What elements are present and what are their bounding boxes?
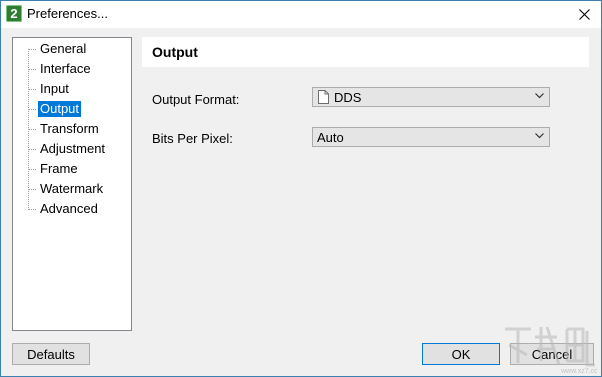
tree-item-watermark[interactable]: Watermark: [28, 180, 128, 198]
tree-item-label: General: [40, 41, 87, 56]
cancel-button-label: Cancel: [531, 346, 573, 362]
tree-item-transform[interactable]: Transform: [28, 120, 128, 138]
tree-item-output[interactable]: Output: [28, 100, 128, 118]
app-icon: 2: [6, 5, 22, 22]
svg-text:www.xz7.com: www.xz7.com: [560, 368, 597, 375]
output-format-value: DDS: [334, 90, 362, 105]
tree-item-advanced[interactable]: Advanced: [28, 200, 128, 218]
tree-item-label: Input: [40, 81, 69, 96]
tree-item-label: Transform: [40, 121, 99, 136]
tree-item-label: Interface: [40, 61, 91, 76]
close-button[interactable]: [569, 3, 599, 25]
chevron-down-icon: [535, 93, 544, 99]
category-tree[interactable]: General Interface Input Output Transform…: [12, 37, 132, 331]
close-icon: [578, 8, 590, 20]
tree-item-adjustment[interactable]: Adjustment: [28, 140, 128, 158]
cancel-button[interactable]: Cancel: [510, 343, 594, 365]
tree-item-general[interactable]: General: [28, 40, 128, 58]
bits-per-pixel-value: Auto: [317, 130, 344, 145]
section-header: Output: [142, 37, 589, 67]
tree-item-label: Adjustment: [40, 141, 106, 156]
ok-button-label: OK: [451, 346, 471, 362]
ok-button[interactable]: OK: [422, 343, 500, 365]
tree-item-label: Frame: [40, 161, 78, 176]
tree-item-frame[interactable]: Frame: [28, 160, 128, 178]
output-format-label: Output Format:: [152, 92, 240, 107]
output-format-select[interactable]: DDS: [312, 87, 550, 107]
preferences-dialog: 2 Preferences... General Interface Input…: [0, 0, 602, 377]
chevron-down-icon: [535, 133, 544, 139]
defaults-button-label: Defaults: [27, 346, 75, 362]
tree-item-label: Advanced: [40, 201, 98, 216]
title-bar: 2 Preferences...: [1, 1, 601, 28]
tree-item-input[interactable]: Input: [28, 80, 128, 98]
file-icon: [318, 90, 329, 104]
bits-per-pixel-select[interactable]: Auto: [312, 127, 550, 147]
tree-item-label: Watermark: [40, 181, 104, 196]
section-title: Output: [152, 44, 198, 60]
tree-item-label: Output: [38, 101, 82, 117]
window-title: Preferences...: [27, 6, 108, 21]
defaults-button[interactable]: Defaults: [12, 343, 90, 365]
bits-per-pixel-label: Bits Per Pixel:: [152, 131, 233, 146]
tree-item-interface[interactable]: Interface: [28, 60, 128, 78]
